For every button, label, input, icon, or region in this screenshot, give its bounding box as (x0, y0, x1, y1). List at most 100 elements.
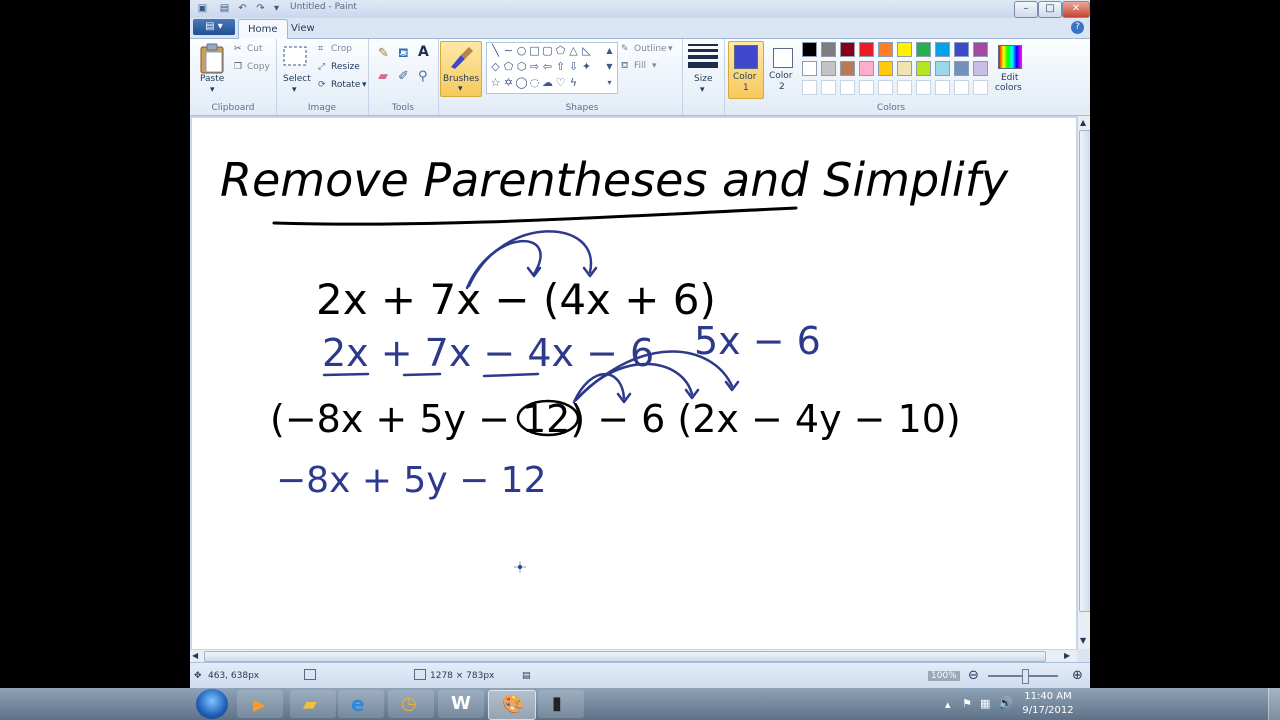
right-triangle-shape-icon[interactable]: ◺ (580, 44, 593, 57)
zoom-slider-thumb[interactable] (1022, 669, 1029, 684)
size-button[interactable]: Size ▾ (682, 39, 725, 115)
taskbar-date[interactable]: 9/17/2012 (1008, 705, 1088, 716)
taskbar-recorder[interactable]: ▮ (538, 690, 584, 718)
paste-icon[interactable] (198, 43, 228, 77)
custom-color-slot[interactable] (840, 80, 855, 95)
palette-color-swatch[interactable] (935, 42, 950, 57)
magnifier-icon[interactable]: ⚲ (418, 69, 428, 84)
polygon-shape-icon[interactable]: ⬠ (554, 44, 567, 57)
triangle-shape-icon[interactable]: △ (567, 44, 580, 57)
palette-color-swatch[interactable] (973, 61, 988, 76)
vertical-scrollbar[interactable]: ▲ ▼ (1077, 116, 1090, 649)
palette-color-swatch[interactable] (973, 42, 988, 57)
palette-color-swatch[interactable] (897, 61, 912, 76)
taskbar-word[interactable]: W (438, 690, 484, 718)
help-icon[interactable]: ? (1071, 21, 1084, 34)
palette-color-swatch[interactable] (840, 42, 855, 57)
fill-bucket-icon[interactable]: ⛾ (621, 61, 628, 72)
scroll-down-icon[interactable]: ▼ (1080, 636, 1086, 645)
notification-chevron-icon[interactable]: ▴ (945, 698, 951, 711)
pencil-icon[interactable]: ✎ (378, 46, 389, 61)
palette-color-swatch[interactable] (935, 61, 950, 76)
oval-shape-icon[interactable]: ○ (515, 44, 528, 57)
fill-dropdown-icon[interactable]: ▾ (652, 61, 657, 71)
color-picker-icon[interactable]: ✐ (398, 69, 409, 84)
outline-dropdown-icon[interactable]: ▾ (668, 44, 673, 54)
crop-label[interactable]: Crop (331, 44, 352, 54)
paste-dropdown-icon[interactable]: ▾ (210, 85, 215, 95)
drawing-canvas[interactable]: Remove Parentheses and Simplify 2x + 7x … (192, 118, 1076, 649)
edit-colors-button[interactable]: Edit colors (992, 41, 1026, 97)
palette-color-swatch[interactable] (897, 42, 912, 57)
rectangle-shape-icon[interactable]: □ (528, 44, 541, 57)
shapes-more-icon[interactable]: ▾ (603, 76, 616, 89)
rotate-icon[interactable]: ⟳ (318, 80, 326, 90)
select-dropdown-icon[interactable]: ▾ (292, 85, 297, 95)
heart-shape-icon[interactable]: ♡ (554, 76, 567, 89)
taskbar-internet-explorer[interactable]: e (338, 690, 384, 718)
up-arrow-shape-icon[interactable]: ⇧ (554, 60, 567, 73)
color1-button[interactable]: Color 1 (728, 41, 764, 99)
right-arrow-shape-icon[interactable]: ⇨ (528, 60, 541, 73)
line-shape-icon[interactable]: ╲ (489, 44, 502, 57)
qat-dropdown-icon[interactable]: ▾ (270, 2, 283, 15)
diamond-shape-icon[interactable]: ◇ (489, 60, 502, 73)
network-icon[interactable]: ▦ (980, 697, 990, 710)
scroll-right-icon[interactable]: ▶ (1064, 651, 1070, 660)
paint-app-icon[interactable]: ▣ (196, 2, 209, 15)
cut-label[interactable]: Cut (247, 44, 263, 54)
taskbar-explorer[interactable]: ▰ (290, 690, 336, 718)
palette-color-swatch[interactable] (802, 42, 817, 57)
palette-color-swatch[interactable] (859, 42, 874, 57)
scroll-left-icon[interactable]: ◀ (192, 651, 198, 660)
close-button[interactable]: ✕ (1062, 1, 1090, 18)
select-label[interactable]: Select (283, 74, 311, 84)
redo-icon[interactable]: ↷ (254, 2, 267, 15)
copy-icon[interactable]: ❐ (234, 62, 242, 72)
custom-color-slot[interactable] (973, 80, 988, 95)
brushes-button[interactable]: Brushes ▾ (440, 41, 482, 97)
taskbar-time[interactable]: 11:40 AM (1008, 691, 1088, 702)
custom-color-slot[interactable] (897, 80, 912, 95)
shapes-scroll-up-icon[interactable]: ▲ (603, 44, 616, 57)
oval-callout-shape-icon[interactable]: ◌ (528, 76, 541, 89)
rotate-label[interactable]: Rotate (331, 80, 360, 90)
palette-color-swatch[interactable] (954, 61, 969, 76)
custom-color-slot[interactable] (802, 80, 817, 95)
save-icon[interactable]: ▤ (218, 2, 231, 15)
left-arrow-shape-icon[interactable]: ⇦ (541, 60, 554, 73)
shapes-scroll-down-icon[interactable]: ▼ (603, 60, 616, 73)
horizontal-scroll-thumb[interactable] (204, 651, 1046, 662)
vertical-scroll-thumb[interactable] (1079, 130, 1090, 612)
paint-menu-button[interactable]: ▤ ▾ (193, 19, 235, 35)
five-point-star-shape-icon[interactable]: ☆ (489, 76, 502, 89)
undo-icon[interactable]: ↶ (236, 2, 249, 15)
custom-color-slot[interactable] (916, 80, 931, 95)
down-arrow-shape-icon[interactable]: ⇩ (567, 60, 580, 73)
rounded-rectangle-shape-icon[interactable]: ▢ (541, 44, 554, 57)
palette-color-swatch[interactable] (859, 61, 874, 76)
cloud-callout-shape-icon[interactable]: ☁ (541, 76, 554, 89)
scroll-up-icon[interactable]: ▲ (1080, 118, 1086, 127)
custom-color-slot[interactable] (859, 80, 874, 95)
custom-color-slot[interactable] (821, 80, 836, 95)
start-button[interactable] (196, 689, 228, 719)
maximize-button[interactable]: □ (1038, 1, 1062, 18)
text-icon[interactable]: A (418, 44, 429, 60)
eraser-icon[interactable]: ▰ (378, 69, 388, 84)
crop-icon[interactable]: ⌗ (318, 44, 323, 54)
curve-shape-icon[interactable]: ∼ (502, 44, 515, 57)
taskbar-outlook[interactable]: ◷ (388, 690, 434, 718)
taskbar-media-player[interactable]: ▶ (237, 690, 283, 718)
rotate-dropdown-icon[interactable]: ▾ (362, 80, 367, 90)
custom-color-slot[interactable] (954, 80, 969, 95)
action-center-icon[interactable]: ⚑ (962, 697, 972, 710)
zoom-out-button[interactable]: ⊖ (968, 668, 979, 683)
taskbar-paint[interactable]: 🎨 (488, 690, 536, 720)
zoom-in-button[interactable]: ⊕ (1072, 668, 1083, 683)
outline-icon[interactable]: ✎ (621, 44, 629, 54)
horizontal-scrollbar[interactable]: ◀ ▶ (190, 649, 1077, 663)
palette-color-swatch[interactable] (954, 42, 969, 57)
lightning-shape-icon[interactable]: ϟ (567, 76, 580, 89)
six-point-star-shape-icon[interactable]: ✡ (502, 76, 515, 89)
